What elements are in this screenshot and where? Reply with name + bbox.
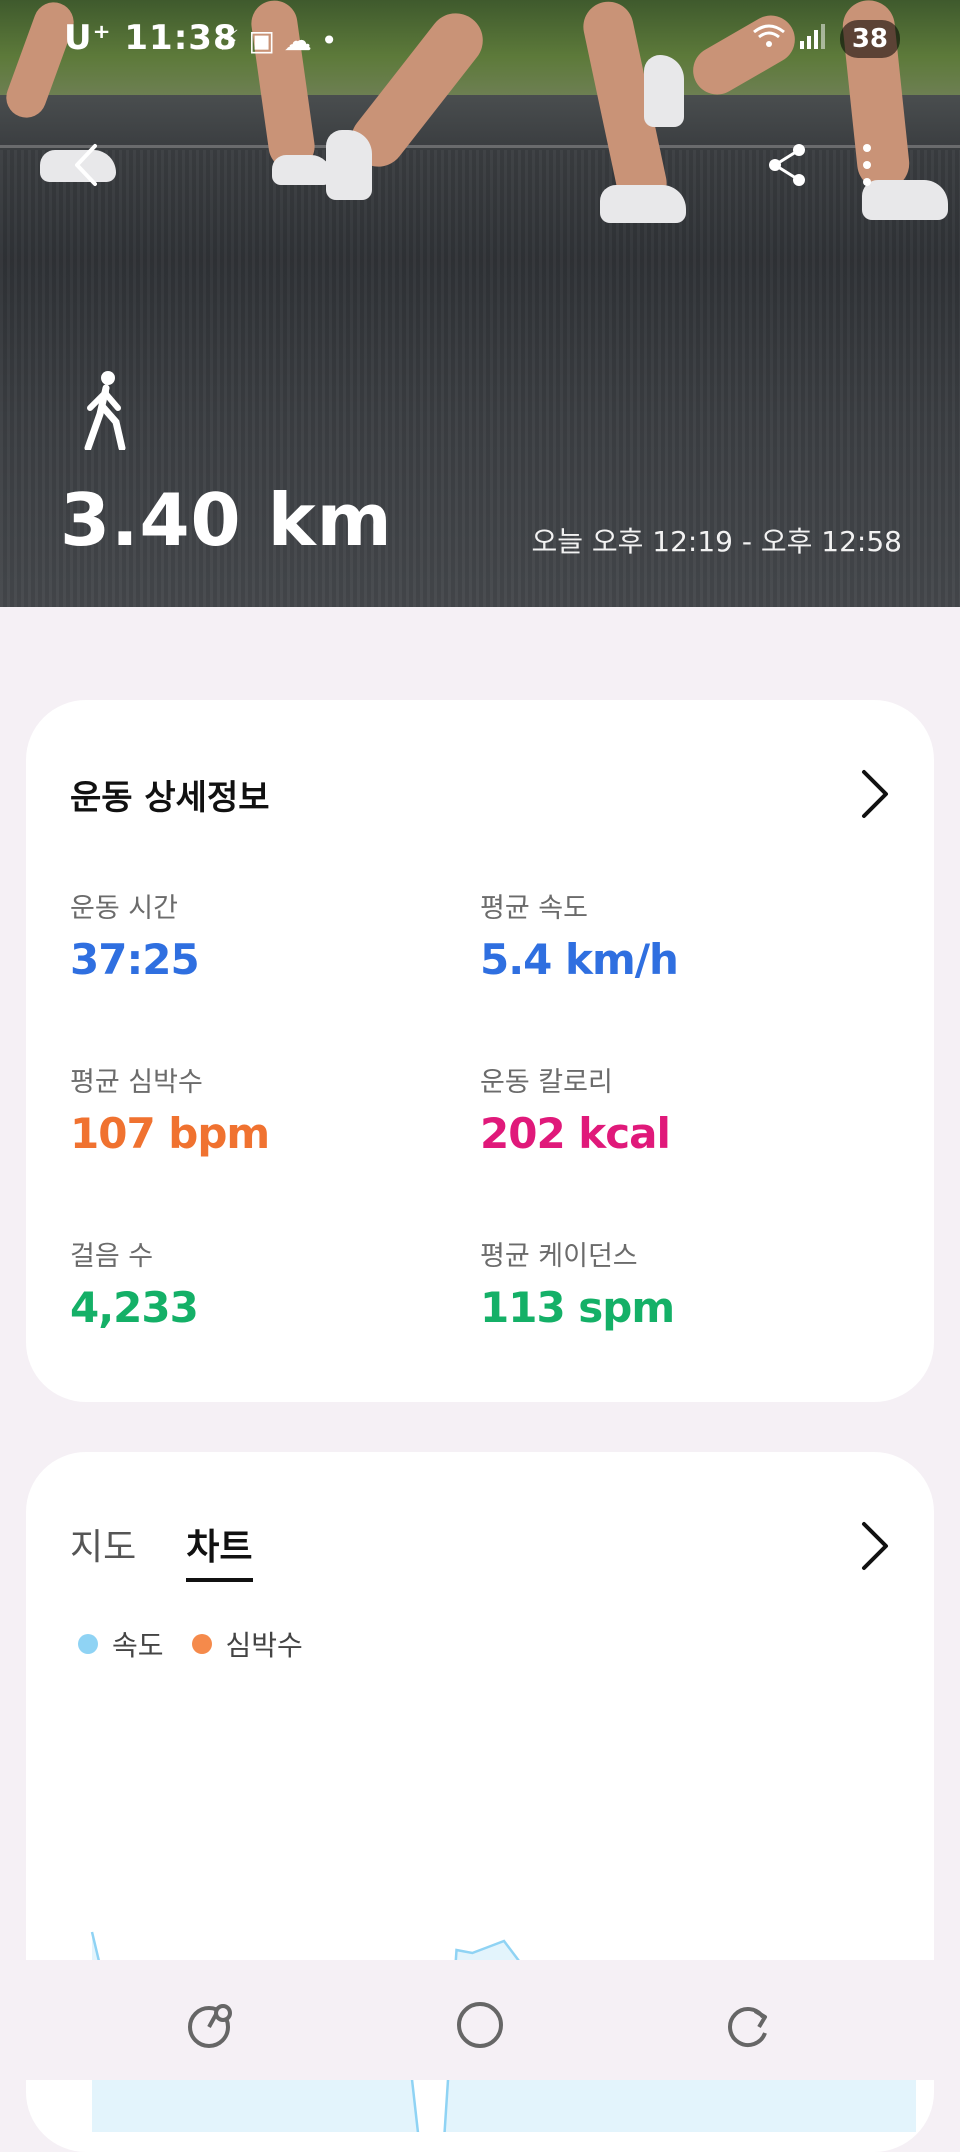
hero-photo: U⁺ 11:38 ⚡ ▣ ☁ • 38 3.40 km 오늘 오후 12:19 … — [0, 0, 960, 607]
metric-value: 107 bpm — [70, 1109, 270, 1158]
metric-calories: 운동 칼로리 202 kcal — [480, 1060, 671, 1158]
workout-time-range: 오늘 오후 12:19 - 오후 12:58 — [531, 525, 902, 558]
rotate-back-icon — [728, 2007, 767, 2047]
legend-label: 속도 — [112, 1629, 164, 1662]
workout-details-card[interactable]: 운동 상세정보 운동 시간 37:25 평균 속도 5.4 km/h 평균 심박… — [26, 700, 934, 1402]
more-vertical-icon — [863, 144, 871, 186]
status-bar: U⁺ 11:38 ⚡ ▣ ☁ • 38 — [0, 0, 960, 82]
status-right: 38 — [752, 20, 900, 58]
legend-dot — [78, 1634, 98, 1654]
metric-label: 걸음 수 — [70, 1241, 154, 1272]
metric-label: 평균 케이던스 — [480, 1241, 638, 1272]
metric-label: 평균 심박수 — [70, 1067, 203, 1098]
metric-value: 113 spm — [480, 1283, 675, 1332]
tab-map[interactable]: 지도 — [70, 1518, 136, 1582]
chevron-right-icon[interactable] — [854, 1518, 894, 1574]
metric-steps: 걸음 수 4,233 — [70, 1234, 199, 1332]
metric-workout-time: 운동 시간 37:25 — [70, 886, 200, 984]
status-time: U⁺ 11:38 — [64, 18, 238, 58]
wifi-icon — [752, 23, 786, 55]
system-navigation-bar — [0, 1960, 960, 2080]
walking-icon — [84, 371, 126, 450]
metric-avg-speed: 평균 속도 5.4 km/h — [480, 886, 679, 984]
signal-icon — [798, 23, 828, 55]
runner-shoe — [600, 185, 686, 223]
metric-avg-cadence: 평균 케이던스 113 spm — [480, 1234, 675, 1332]
status-notification-icons: ⚡ ▣ ☁ • — [220, 24, 338, 57]
back-nav-button[interactable] — [714, 1990, 784, 2060]
tab-chart[interactable]: 차트 — [186, 1518, 253, 1582]
metric-value: 4,233 — [70, 1283, 199, 1332]
details-title: 운동 상세정보 — [70, 778, 270, 818]
runner-shoe — [326, 130, 372, 200]
chevron-left-icon — [75, 144, 97, 186]
metric-label: 운동 칼로리 — [480, 1067, 613, 1098]
legend-item-speed: 속도 — [78, 1624, 164, 1664]
view-tabs: 지도 차트 — [70, 1518, 253, 1582]
metric-value: 37:25 — [70, 935, 200, 984]
metric-value: 5.4 km/h — [480, 935, 679, 984]
home-button[interactable] — [445, 1990, 515, 2060]
workout-distance: 3.40 km — [60, 478, 393, 562]
legend-label: 심박수 — [225, 1629, 303, 1662]
legend-item-heart-rate: 심박수 — [191, 1624, 303, 1664]
recents-icon — [188, 2004, 232, 2048]
chart-legend: 속도 심박수 — [78, 1624, 303, 1664]
more-options-button[interactable] — [832, 130, 902, 200]
recent-apps-button[interactable] — [176, 1990, 246, 2060]
runner-shoe — [272, 155, 332, 185]
chevron-right-icon[interactable] — [854, 766, 894, 822]
home-circle-icon — [457, 2002, 503, 2048]
share-button[interactable] — [752, 130, 822, 200]
legend-dot — [191, 1634, 212, 1654]
metric-value: 202 kcal — [480, 1109, 671, 1158]
share-icon — [769, 144, 805, 186]
metric-label: 운동 시간 — [70, 893, 178, 924]
back-button[interactable] — [52, 130, 122, 200]
metric-avg-heart-rate: 평균 심박수 107 bpm — [70, 1060, 270, 1158]
battery-indicator: 38 — [839, 20, 900, 58]
metric-label: 평균 속도 — [480, 893, 588, 924]
